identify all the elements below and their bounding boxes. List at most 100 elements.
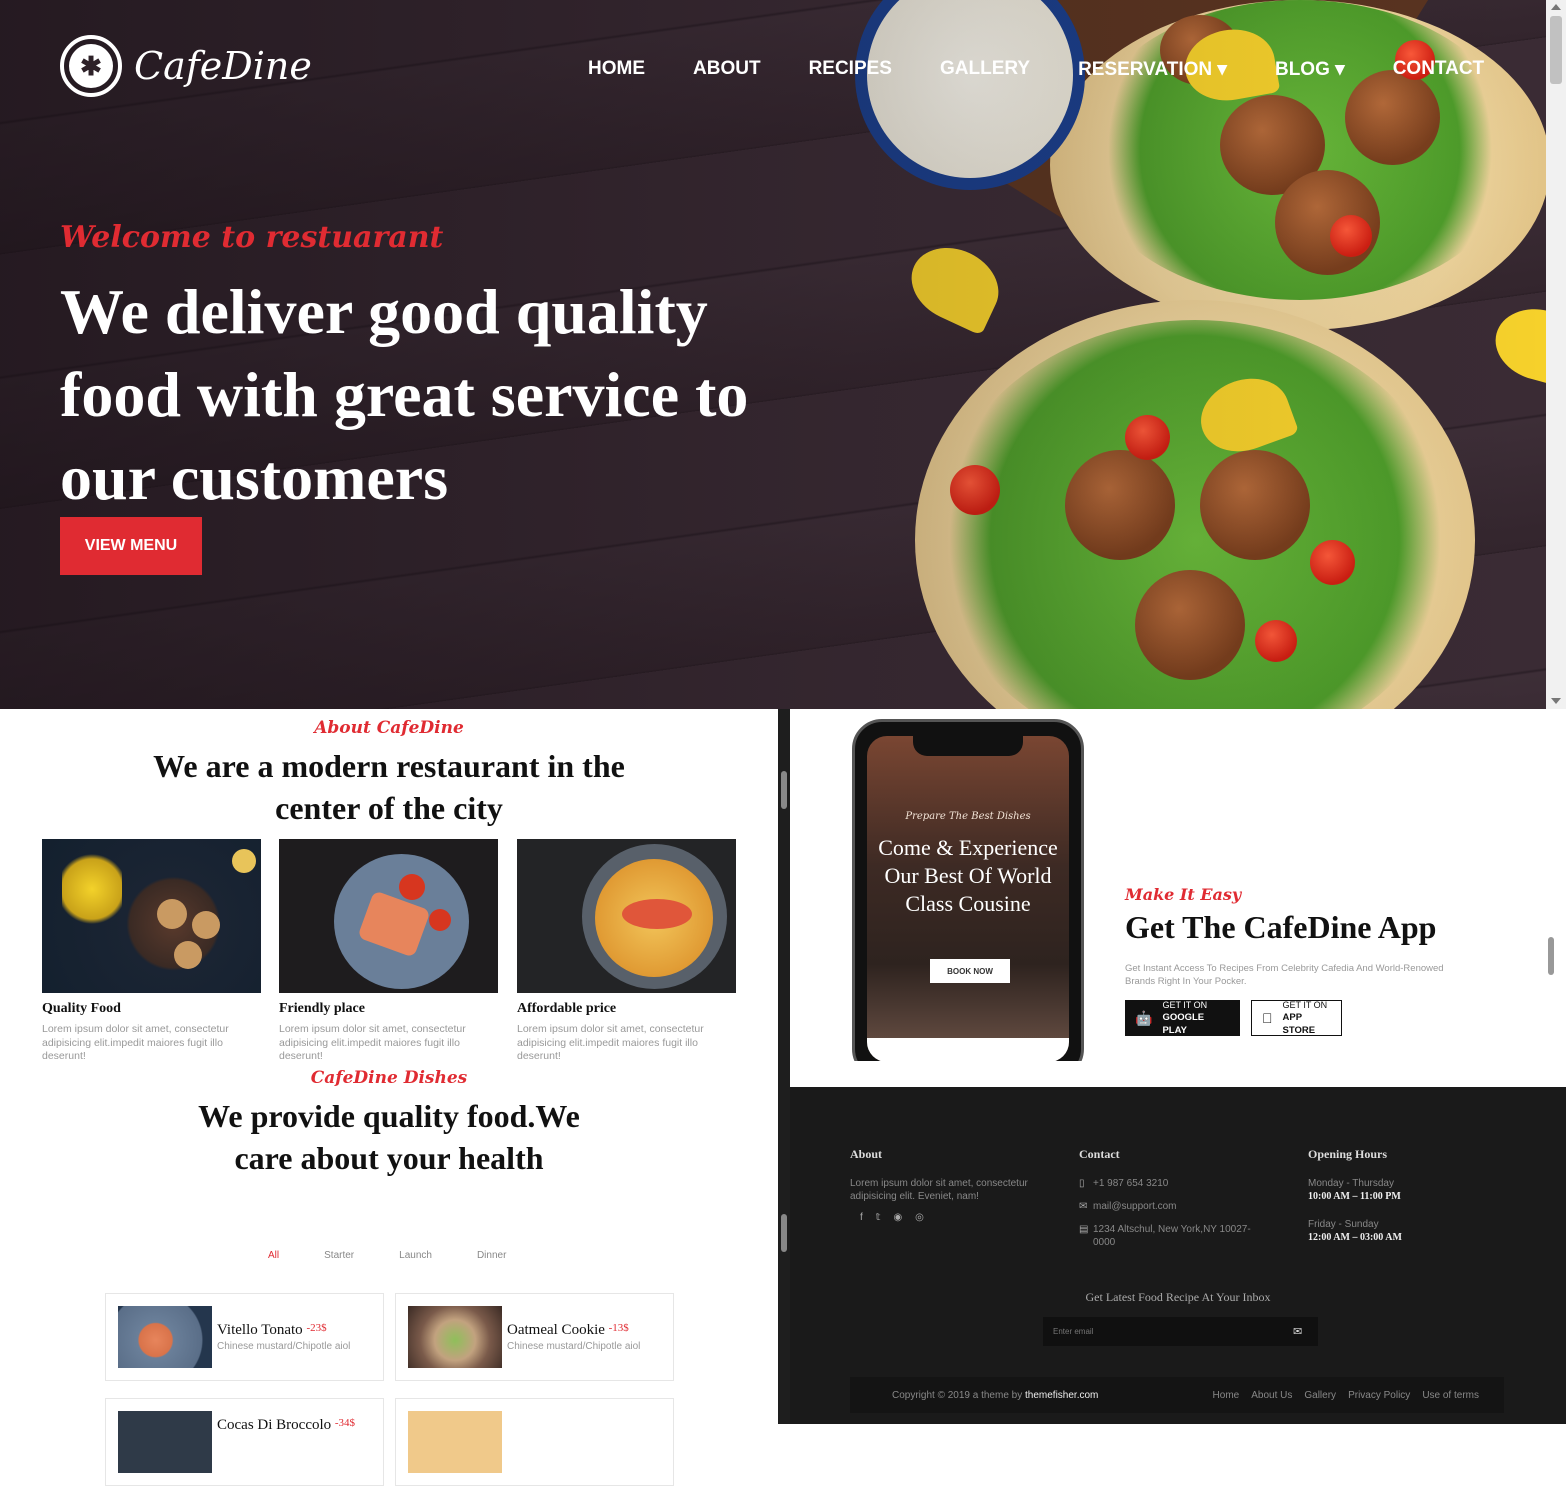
phone-subtitle: Prepare The Best Dishes <box>905 811 1031 822</box>
dish-price: -13$ <box>608 1322 629 1334</box>
dish-desc: Chinese mustard/Chipotle aiol <box>507 1341 641 1352</box>
nav-about[interactable]: ABOUT <box>693 58 761 81</box>
feature-text: Lorem ipsum dolor sit amet, consectetur … <box>42 1023 229 1062</box>
hours-row: Friday - Sunday 12:00 AM – 03:00 AM <box>1308 1219 1402 1243</box>
twitter-icon[interactable]: 𝕥 <box>876 1212 881 1223</box>
footer-hours-title: Opening Hours <box>1308 1147 1388 1161</box>
dishes-subtitle: CafeDine Dishes <box>310 1068 468 1088</box>
footer: About Lorem ipsum dolor sit amet, consec… <box>790 1087 1566 1424</box>
dribbble-icon[interactable]: ◎ <box>915 1212 924 1223</box>
nav-home[interactable]: HOME <box>588 58 645 81</box>
newsletter-title: Get Latest Food Recipe At Your Inbox <box>1085 1290 1271 1304</box>
cookies-image <box>42 839 261 993</box>
phone-mockup: Prepare The Best Dishes Come & Experienc… <box>852 719 1084 1061</box>
app-store-button[interactable]:  GET IT ONAPP STORE <box>1251 1000 1342 1036</box>
footer-link-gallery[interactable]: Gallery <box>1304 1390 1336 1401</box>
footer-about-title: About <box>850 1147 883 1161</box>
footer-email[interactable]: mail@support.com <box>1093 1201 1177 1212</box>
phone-icon: ▯ <box>1079 1178 1085 1189</box>
main-nav: HOME ABOUT RECIPES GALLERY RESERVATION B… <box>588 58 1532 81</box>
feature-card: Friendly place Lorem ipsum dolor sit ame… <box>279 839 498 1064</box>
dishes-title: We provide quality food.We care about yo… <box>198 1098 580 1176</box>
pasta-image <box>517 839 736 993</box>
app-desc: Get Instant Access To Recipes From Celeb… <box>1125 963 1444 987</box>
feature-title: Friendly place <box>279 1001 365 1016</box>
dish-name: Cocas Di Broccolo -34$ <box>217 1417 356 1433</box>
nav-blog[interactable]: BLOG <box>1275 58 1345 81</box>
footer-link-about[interactable]: About Us <box>1251 1390 1292 1401</box>
dish-price: -23$ <box>306 1322 327 1334</box>
menu-filter-tabs: All Starter Launch Dinner <box>268 1250 551 1261</box>
tab-launch[interactable]: Launch <box>399 1250 432 1261</box>
logo[interactable]: ✱ CafeDine <box>60 35 312 97</box>
hero-welcome: Welcome to restuarant <box>60 220 444 255</box>
app-subtitle: Make It Easy <box>1125 885 1242 904</box>
footer-contact-title: Contact <box>1079 1147 1120 1161</box>
hero-section: ✱ CafeDine HOME ABOUT RECIPES GALLERY RE… <box>0 0 1546 709</box>
feature-card: Quality Food Lorem ipsum dolor sit amet,… <box>42 839 261 1064</box>
scrollbar-thumb[interactable] <box>1550 16 1562 84</box>
dish-card[interactable]: Vitello Tonato -23$ Chinese mustard/Chip… <box>105 1293 384 1381</box>
dish-card[interactable]: Cocas Di Broccolo -34$ <box>105 1398 384 1486</box>
dish-desc: Chinese mustard/Chipotle aiol <box>217 1341 351 1352</box>
dish-card[interactable]: Oatmeal Cookie -13$ Chinese mustard/Chip… <box>395 1293 674 1381</box>
github-icon[interactable]: ◉ <box>893 1212 902 1223</box>
author-link[interactable]: themefisher.com <box>1025 1390 1098 1401</box>
salmon-image <box>279 839 498 993</box>
nav-gallery[interactable]: GALLERY <box>940 58 1030 81</box>
about-title: We are a modern restaurant in the center… <box>153 748 625 826</box>
footer-about-text: Lorem ipsum dolor sit amet, consectetur … <box>850 1178 1028 1202</box>
scroll-up-icon[interactable] <box>1551 4 1561 10</box>
mail-icon: ✉ <box>1079 1201 1088 1212</box>
window-divider <box>778 709 790 1424</box>
google-play-button[interactable]: 🤖 GET IT ON GOOGLE PLAY <box>1125 1000 1240 1036</box>
dish-name: Vitello Tonato -23$ <box>217 1322 327 1338</box>
footer-link-privacy[interactable]: Privacy Policy <box>1348 1390 1410 1401</box>
tab-starter[interactable]: Starter <box>324 1250 354 1261</box>
footer-phone: +1 987 654 3210 <box>1093 1178 1169 1189</box>
phone-title: Come & Experience Our Best Of World Clas… <box>878 835 1058 916</box>
app-promo-section: Prepare The Best Dishes Come & Experienc… <box>790 709 1556 1061</box>
about-subtitle: About CafeDine <box>314 718 464 738</box>
footer-links: Home About Us Gallery Privacy Policy Use… <box>1213 1390 1479 1401</box>
dish-name: Oatmeal Cookie -13$ <box>507 1322 629 1338</box>
nav-recipes[interactable]: RECIPES <box>809 58 892 81</box>
app-title: Get The CafeDine App <box>1125 909 1437 945</box>
scroll-down-icon[interactable] <box>1551 698 1561 704</box>
dish-card[interactable] <box>395 1398 674 1486</box>
nav-reservation[interactable]: RESERVATION <box>1078 58 1227 81</box>
scrollbar[interactable] <box>1546 709 1566 1061</box>
send-mail-icon[interactable]: ✉ <box>1293 1325 1302 1338</box>
dish-image <box>408 1411 502 1473</box>
dish-price: -34$ <box>334 1417 356 1429</box>
feature-text: Lorem ipsum dolor sit amet, consectetur … <box>279 1023 466 1062</box>
dish-image <box>118 1306 212 1368</box>
logo-text: CafeDine <box>134 44 312 88</box>
cutlery-logo-icon: ✱ <box>60 35 122 97</box>
tab-all[interactable]: All <box>268 1250 279 1261</box>
copyright-bar: Copyright © 2019 a theme by themefisher.… <box>850 1377 1504 1413</box>
feature-title: Affordable price <box>517 1001 617 1016</box>
feature-card: Affordable price Lorem ipsum dolor sit a… <box>517 839 736 1064</box>
hero-title: We deliver good quality food with great … <box>60 276 749 513</box>
facebook-icon[interactable]: f <box>860 1212 863 1223</box>
feature-text: Lorem ipsum dolor sit amet, consectetur … <box>517 1023 704 1062</box>
nav-contact[interactable]: CONTACT <box>1393 58 1484 81</box>
dish-image <box>118 1411 212 1473</box>
feature-title: Quality Food <box>42 1001 121 1016</box>
footer-link-terms[interactable]: Use of terms <box>1422 1390 1479 1401</box>
apple-icon:  <box>1262 1011 1273 1025</box>
social-links: f 𝕥 ◉ ◎ <box>860 1212 924 1223</box>
android-icon: 🤖 <box>1135 1010 1153 1026</box>
copyright-text: Copyright © 2019 a theme by <box>892 1389 1023 1401</box>
scrollbar[interactable] <box>1546 0 1566 709</box>
newsletter-email-input[interactable] <box>1043 1317 1318 1346</box>
map-icon: ▤ <box>1079 1224 1089 1235</box>
tab-dinner[interactable]: Dinner <box>477 1250 506 1261</box>
view-menu-button[interactable]: VIEW MENU <box>60 517 202 575</box>
dish-image <box>408 1306 502 1368</box>
footer-address: 1234 Altschul, New York,NY 10027-0000 <box>1093 1224 1251 1248</box>
hours-row: Monday - Thursday 10:00 AM – 11:00 PM <box>1308 1178 1401 1202</box>
book-now-button[interactable]: BOOK NOW <box>930 959 1010 983</box>
footer-link-home[interactable]: Home <box>1213 1390 1240 1401</box>
